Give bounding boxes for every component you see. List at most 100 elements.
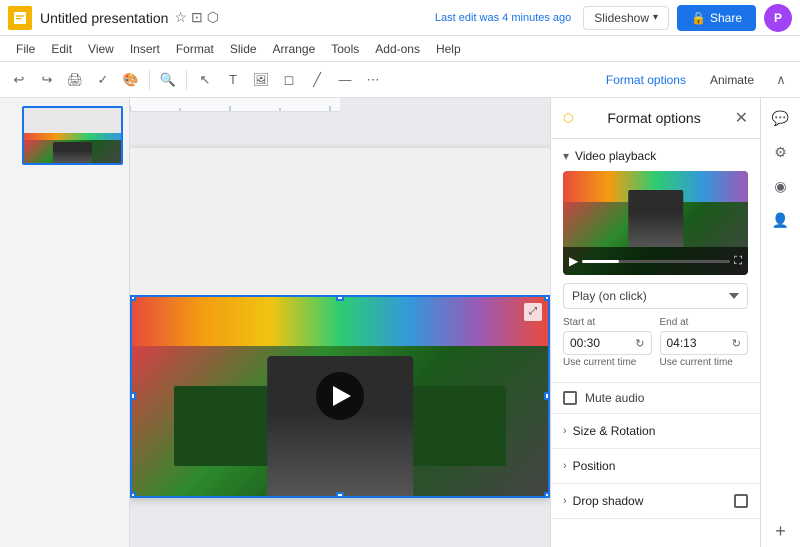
toolbar-spellcheck-btn[interactable]: ✓ (90, 67, 116, 93)
handle-middle-right[interactable] (544, 392, 550, 400)
handle-middle-left[interactable] (130, 392, 136, 400)
toolbar-redo-btn[interactable]: ↪ (34, 67, 60, 93)
start-time-input[interactable] (570, 336, 635, 350)
menu-arrange[interactable]: Arrange (265, 40, 324, 58)
toolbar-undo-btn[interactable]: ↩ (6, 67, 32, 93)
video-embed[interactable]: ⤢ (130, 295, 550, 498)
toolbar-paint-btn[interactable]: 🎨 (118, 67, 144, 93)
right-gear-btn[interactable]: ◉ (765, 170, 797, 202)
video-colorful-banner (132, 297, 548, 347)
share-lock-icon: 🔒 (691, 11, 706, 25)
right-person-btn[interactable]: 👤 (765, 204, 797, 236)
time-row: Start at ↻ Use current time End at ↻ Use… (563, 317, 748, 368)
last-edit-text[interactable]: Last edit was 4 minutes ago (435, 12, 571, 24)
size-rotation-section[interactable]: › Size & Rotation (551, 414, 760, 449)
toolbar-right: Format options Animate ∧ (596, 67, 794, 93)
star-icon[interactable]: ☆ (174, 9, 187, 26)
right-chat-btn[interactable]: ⚙ (765, 136, 797, 168)
handle-top-center[interactable] (336, 295, 344, 301)
play-icon (333, 386, 351, 406)
share-button[interactable]: 🔒 Share (677, 5, 756, 31)
video-play-button[interactable] (316, 372, 364, 420)
video-playback-chevron: ▾ (563, 149, 569, 163)
start-time-refresh-icon[interactable]: ↻ (635, 337, 644, 350)
vp-progress-bar[interactable] (582, 260, 730, 263)
toolbar-print-btn[interactable]: 🖨 (62, 67, 88, 93)
toolbar-image-btn[interactable]: 🖼 (248, 67, 274, 93)
slide-panel: 1 (0, 98, 130, 547)
animate-btn[interactable]: Animate (700, 69, 764, 91)
menu-tools[interactable]: Tools (323, 40, 367, 58)
start-use-current[interactable]: Use current time (563, 357, 652, 368)
slideshow-dropdown-icon[interactable]: ▾ (653, 12, 658, 23)
menu-format[interactable]: Format (168, 40, 222, 58)
right-comments-btn[interactable]: 💬 (765, 102, 797, 134)
toolbar-cursor-btn[interactable]: ↖ (192, 67, 218, 93)
video-playback-header[interactable]: ▾ Video playback (563, 149, 748, 163)
menu-view[interactable]: View (80, 40, 122, 58)
slideshow-button[interactable]: Slideshow ▾ (583, 6, 669, 30)
menu-help[interactable]: Help (428, 40, 469, 58)
expand-icon[interactable]: ⤢ (524, 303, 542, 321)
mute-audio-row: Mute audio (551, 383, 760, 414)
end-use-current[interactable]: Use current time (660, 357, 749, 368)
vp-person (628, 190, 684, 247)
menu-bar: File Edit View Insert Format Slide Arran… (0, 36, 800, 62)
toolbar-collapse-btn[interactable]: ∧ (768, 67, 794, 93)
toolbar-textbox-btn[interactable]: T (220, 67, 246, 93)
drop-shadow-label-wrap: › Drop shadow (563, 494, 643, 508)
presentation-title[interactable]: Untitled presentation (40, 10, 168, 26)
drop-shadow-chevron: › (563, 495, 567, 507)
format-options-panel: ⬡ Format options ✕ ▾ Video playback ▶ (550, 98, 760, 547)
vp-play-icon[interactable]: ▶ (569, 254, 578, 268)
present-icon[interactable]: ⬡ (207, 9, 219, 26)
position-section[interactable]: › Position (551, 449, 760, 484)
toolbar-more-btn[interactable]: ⋯ (360, 67, 386, 93)
toolbar-connector-btn[interactable]: — (332, 67, 358, 93)
ruler-horizontal (130, 98, 340, 112)
end-time-input[interactable] (667, 336, 732, 350)
end-at-label: End at (660, 317, 749, 328)
right-icon-strip: 💬 ⚙ ◉ 👤 + (760, 98, 800, 547)
format-panel-header: ⬡ Format options ✕ (551, 98, 760, 139)
handle-top-right[interactable] (544, 295, 550, 301)
format-options-btn[interactable]: Format options (596, 69, 696, 91)
drop-shadow-checkbox[interactable] (734, 494, 748, 508)
end-time-group: End at ↻ Use current time (660, 317, 749, 368)
play-mode-select[interactable]: Play (on click) Play (automatically) Pla… (563, 283, 748, 309)
start-at-label: Start at (563, 317, 652, 328)
toolbar-line-btn[interactable]: ╱ (304, 67, 330, 93)
toolbar-sep-1 (149, 70, 150, 90)
vp-fullscreen-icon[interactable]: ⛶ (734, 255, 742, 268)
drop-shadow-section[interactable]: › Drop shadow (551, 484, 760, 519)
right-add-btn[interactable]: + (765, 515, 797, 547)
mute-audio-checkbox[interactable] (563, 391, 577, 405)
toolbar: ↩ ↪ 🖨 ✓ 🎨 🔍 ↖ T 🖼 ◻ ╱ — ⋯ Format options… (0, 62, 800, 98)
menu-slide[interactable]: Slide (222, 40, 265, 58)
main-area: 1 (0, 98, 800, 547)
start-time-group: Start at ↻ Use current time (563, 317, 652, 368)
title-icons: ☆ ⊡ ⬡ (174, 9, 219, 26)
menu-file[interactable]: File (8, 40, 43, 58)
handle-bottom-center[interactable] (336, 492, 344, 498)
handle-bottom-left[interactable] (130, 492, 136, 498)
toolbar-shapes-btn[interactable]: ◻ (276, 67, 302, 93)
menu-insert[interactable]: Insert (122, 40, 168, 58)
handle-top-left[interactable] (130, 295, 136, 301)
menu-edit[interactable]: Edit (43, 40, 80, 58)
start-time-input-wrap: ↻ (563, 331, 652, 355)
menu-addons[interactable]: Add-ons (367, 40, 428, 58)
handle-bottom-right[interactable] (544, 492, 550, 498)
avatar[interactable]: P (764, 4, 792, 32)
title-bar: Untitled presentation ☆ ⊡ ⬡ Last edit wa… (0, 0, 800, 36)
toolbar-zoom-btn[interactable]: 🔍 (155, 67, 181, 93)
video-playback-section: ▾ Video playback ▶ ⛶ Play (on click) (551, 139, 760, 383)
slide-thumbnail[interactable] (22, 106, 123, 165)
right-controls: Slideshow ▾ 🔒 Share P (583, 4, 792, 32)
drive-icon[interactable]: ⊡ (191, 9, 203, 26)
format-panel-close-button[interactable]: ✕ (735, 108, 748, 128)
end-time-refresh-icon[interactable]: ↻ (732, 337, 741, 350)
slide-canvas: ⤢ (130, 148, 550, 498)
video-preview-thumbnail[interactable]: ▶ ⛶ (563, 171, 748, 275)
vp-progress-fill (582, 260, 619, 263)
